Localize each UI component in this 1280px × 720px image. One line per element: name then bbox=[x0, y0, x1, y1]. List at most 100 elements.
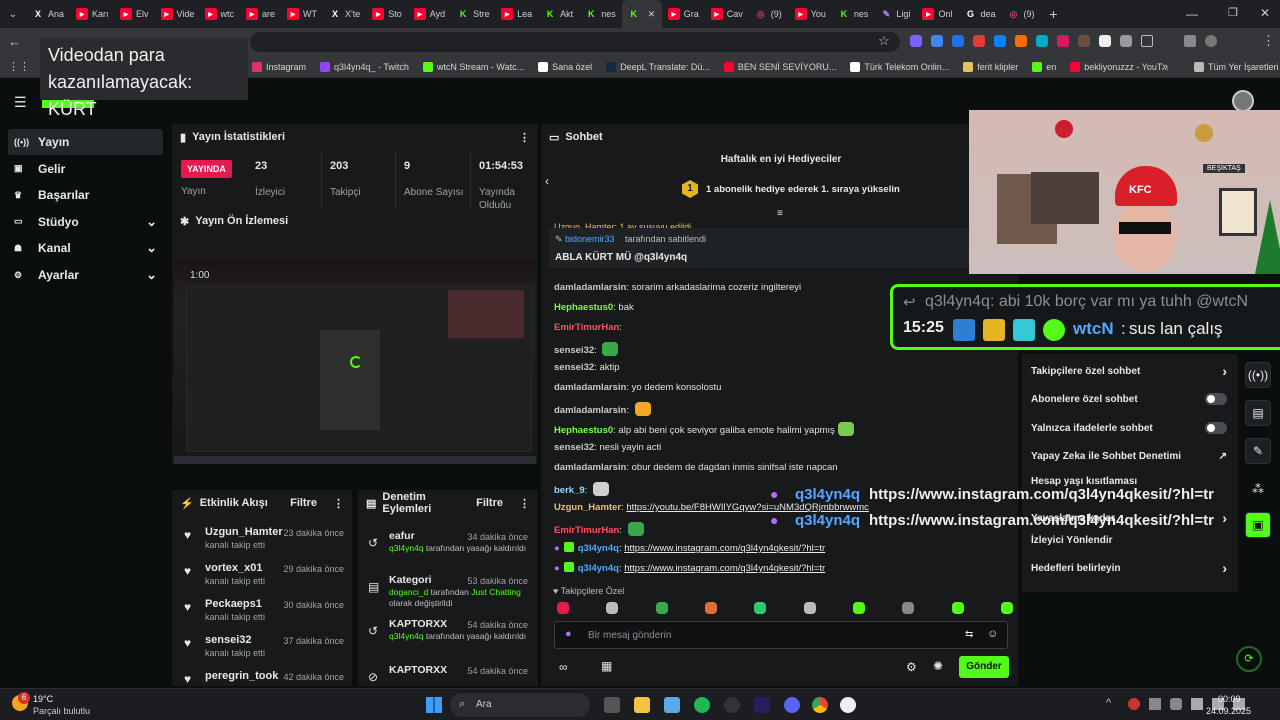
avatar[interactable] bbox=[1232, 90, 1254, 112]
activity-item[interactable]: ♥ vortex_x01 kanalı takip etti 29 dakika ön… bbox=[184, 562, 344, 586]
chat-username[interactable]: damladamlarsin bbox=[554, 405, 626, 416]
emote-icon[interactable] bbox=[704, 602, 717, 614]
chat-message[interactable]: EmirTimurHan: bbox=[554, 322, 622, 333]
chat-username[interactable]: sensei32 bbox=[554, 442, 594, 453]
extension-icon[interactable] bbox=[1120, 35, 1132, 47]
tray-chevron-icon[interactable]: ^ bbox=[1106, 697, 1111, 709]
bookmark[interactable]: ferit klipler bbox=[963, 61, 1018, 72]
clock-date[interactable]: 24.09.2025 bbox=[1206, 706, 1251, 716]
refresh-icon[interactable]: ⟳ bbox=[1236, 646, 1262, 672]
chat-input[interactable]: ● Bir mesaj gönderin ⇆ ☺ bbox=[554, 621, 1008, 649]
app-icon[interactable] bbox=[724, 697, 740, 713]
browser-tab[interactable]: ▶ are bbox=[240, 0, 281, 28]
emote-icon[interactable] bbox=[1000, 602, 1013, 614]
chat-username[interactable]: sensei32 bbox=[554, 362, 594, 373]
windows-start-icon[interactable] bbox=[426, 697, 442, 713]
mod-action-item[interactable]: ⊘ KAPTORXX 54 dakika önce bbox=[368, 664, 528, 684]
minimize-button[interactable]: — bbox=[1186, 7, 1198, 21]
modlog-filter-button[interactable]: Filtre bbox=[476, 497, 503, 509]
browser-tab[interactable]: ◎ (9) bbox=[749, 0, 789, 28]
chat-setting[interactable]: İzleyici Yönlendir bbox=[1031, 535, 1227, 546]
chat-message[interactable]: sensei32: aktip bbox=[554, 362, 620, 373]
new-tab-button[interactable]: + bbox=[1041, 6, 1065, 22]
bookmark[interactable]: DeepL Translate: Dü... bbox=[606, 61, 710, 72]
extension-icon[interactable] bbox=[994, 35, 1006, 47]
mic-icon[interactable]: ● bbox=[565, 628, 572, 640]
chevron-down-icon[interactable]: ⌄ bbox=[146, 267, 157, 283]
chat-username[interactable]: berk_9 bbox=[554, 485, 585, 496]
browser-tab[interactable]: X Ana bbox=[26, 0, 70, 28]
chat-message[interactable]: berk_9: bbox=[554, 482, 609, 496]
mod-action-item[interactable]: ↺ eafur q3l4yn4q tarafından yasağı kaldırı… bbox=[368, 530, 528, 554]
sidebar-item-ayarlar[interactable]: ⚙ Ayarlar ⌄ bbox=[8, 262, 163, 288]
chevron-down-icon[interactable]: ⌄ bbox=[146, 240, 157, 256]
extension-icon[interactable] bbox=[952, 35, 964, 47]
send-button[interactable]: Gönder bbox=[959, 656, 1009, 678]
chat-username[interactable]: damladamlarsin bbox=[554, 282, 626, 293]
chat-link[interactable]: https://www.instagram.com/q3l4yn4qkesit/… bbox=[624, 563, 825, 574]
wrench-icon[interactable]: ✎ bbox=[1245, 438, 1271, 464]
app-tray-icon[interactable] bbox=[1149, 698, 1161, 710]
extension-icon[interactable] bbox=[973, 35, 985, 47]
chat-message[interactable]: damladamlarsin: bbox=[554, 402, 651, 416]
task-view-icon[interactable] bbox=[604, 697, 620, 713]
extension-icon[interactable] bbox=[1015, 35, 1027, 47]
browser-tab[interactable]: K Stre bbox=[451, 0, 495, 28]
spotify-icon[interactable] bbox=[694, 697, 710, 713]
bookmark-star-icon[interactable]: ☆ bbox=[878, 33, 890, 49]
chat-setting[interactable]: Yapay Zeka ile Sohbet Denetimi ↗ bbox=[1031, 451, 1227, 462]
chrome-icon[interactable] bbox=[812, 697, 828, 713]
browser-tab[interactable]: ▶ Gra bbox=[662, 0, 705, 28]
bookmark[interactable]: q3l4yn4q_ - Twitch bbox=[320, 61, 409, 72]
file-explorer-icon[interactable] bbox=[634, 697, 650, 713]
browser-tab[interactable]: ◎ (9) bbox=[1001, 0, 1041, 28]
reading-list-icon[interactable] bbox=[1184, 35, 1196, 47]
omnibox[interactable] bbox=[250, 32, 900, 52]
bookmark[interactable]: Instagram bbox=[252, 61, 306, 72]
emote-icon[interactable] bbox=[655, 602, 668, 614]
chat-username[interactable]: EmirTimurHan bbox=[554, 322, 619, 333]
extension-icon[interactable] bbox=[1099, 35, 1111, 47]
chat-username[interactable]: Uzgun_Hamter bbox=[554, 502, 621, 513]
emote-icon[interactable] bbox=[557, 602, 569, 614]
chat-username[interactable]: EmirTimurHan bbox=[554, 525, 619, 536]
activity-filter-button[interactable]: Filtre bbox=[290, 497, 317, 509]
browser-tab[interactable]: Knes bbox=[579, 0, 622, 28]
chat-setting[interactable]: Abonelere özel sohbet bbox=[1031, 393, 1227, 405]
chat-username[interactable]: damladamlarsin bbox=[554, 382, 626, 393]
browser-tab[interactable]: ▶ Onl bbox=[916, 0, 958, 28]
bookmark[interactable]: Sana özel bbox=[538, 61, 592, 72]
extension-icon[interactable] bbox=[1036, 35, 1048, 47]
emote-icon[interactable] bbox=[951, 602, 964, 614]
mod-action-item[interactable]: ↺ KAPTORXX q3l4yn4q tarafından yasağı kald… bbox=[368, 618, 528, 642]
browser-tab[interactable]: ▶ Ayd bbox=[408, 0, 451, 28]
extension-icon[interactable] bbox=[931, 35, 943, 47]
activity-item[interactable]: ♥ peregrin_took 42 dakika önce bbox=[184, 670, 344, 686]
sidebar-item-stüdyo[interactable]: ▭ Stüdyo ⌄ bbox=[8, 209, 163, 235]
extension-icon[interactable] bbox=[1057, 35, 1069, 47]
browser-tab[interactable]: ▶ Cav bbox=[705, 0, 749, 28]
browser-tab[interactable]: ▶ wtc bbox=[199, 0, 241, 28]
mic-tray-icon[interactable] bbox=[1170, 698, 1182, 710]
chat-message[interactable]: damladamlarsin: sorarim arkadaslarima co… bbox=[554, 282, 801, 293]
sidebar-item-yayın[interactable]: ((•)) Yayın bbox=[8, 129, 163, 155]
chat-message[interactable]: Hephaestus0: bak bbox=[554, 302, 634, 313]
extensions-puzzle-icon[interactable] bbox=[1141, 35, 1153, 47]
collapse-icon[interactable]: ≡ bbox=[777, 208, 783, 219]
more-icon[interactable]: ⋮ bbox=[519, 497, 530, 510]
activity-item[interactable]: ♥ sensei32 kanalı takip etti 37 dakika önce bbox=[184, 634, 344, 658]
app-icon[interactable] bbox=[664, 697, 680, 713]
all-bookmarks[interactable]: Tüm Yer İşaretleri bbox=[1194, 61, 1279, 72]
bookmarks-more[interactable]: » bbox=[1162, 61, 1168, 73]
browser-tab[interactable]: ▶ Sto bbox=[366, 0, 408, 28]
extension-icon[interactable] bbox=[1078, 35, 1090, 47]
emote-picker-icon[interactable]: ✺ bbox=[933, 659, 943, 673]
pinned-message[interactable]: ✎ bidonemir33 tarafından sabitlendi ABLA… bbox=[549, 228, 1011, 268]
chat-message[interactable]: ● q3l4yn4q: https://www.instagram.com/q3l… bbox=[554, 562, 825, 574]
browser-tab[interactable]: ▶ Vide bbox=[155, 0, 199, 28]
sidebar-item-başarılar[interactable]: ♛ Başarılar bbox=[8, 182, 163, 208]
close-tab-icon[interactable]: ✕ bbox=[648, 9, 656, 20]
browser-tab[interactable]: Gdea bbox=[958, 0, 1001, 28]
chat-username[interactable]: sensei32 bbox=[554, 345, 594, 356]
chevron-down-icon[interactable]: ⌄ bbox=[146, 214, 157, 230]
